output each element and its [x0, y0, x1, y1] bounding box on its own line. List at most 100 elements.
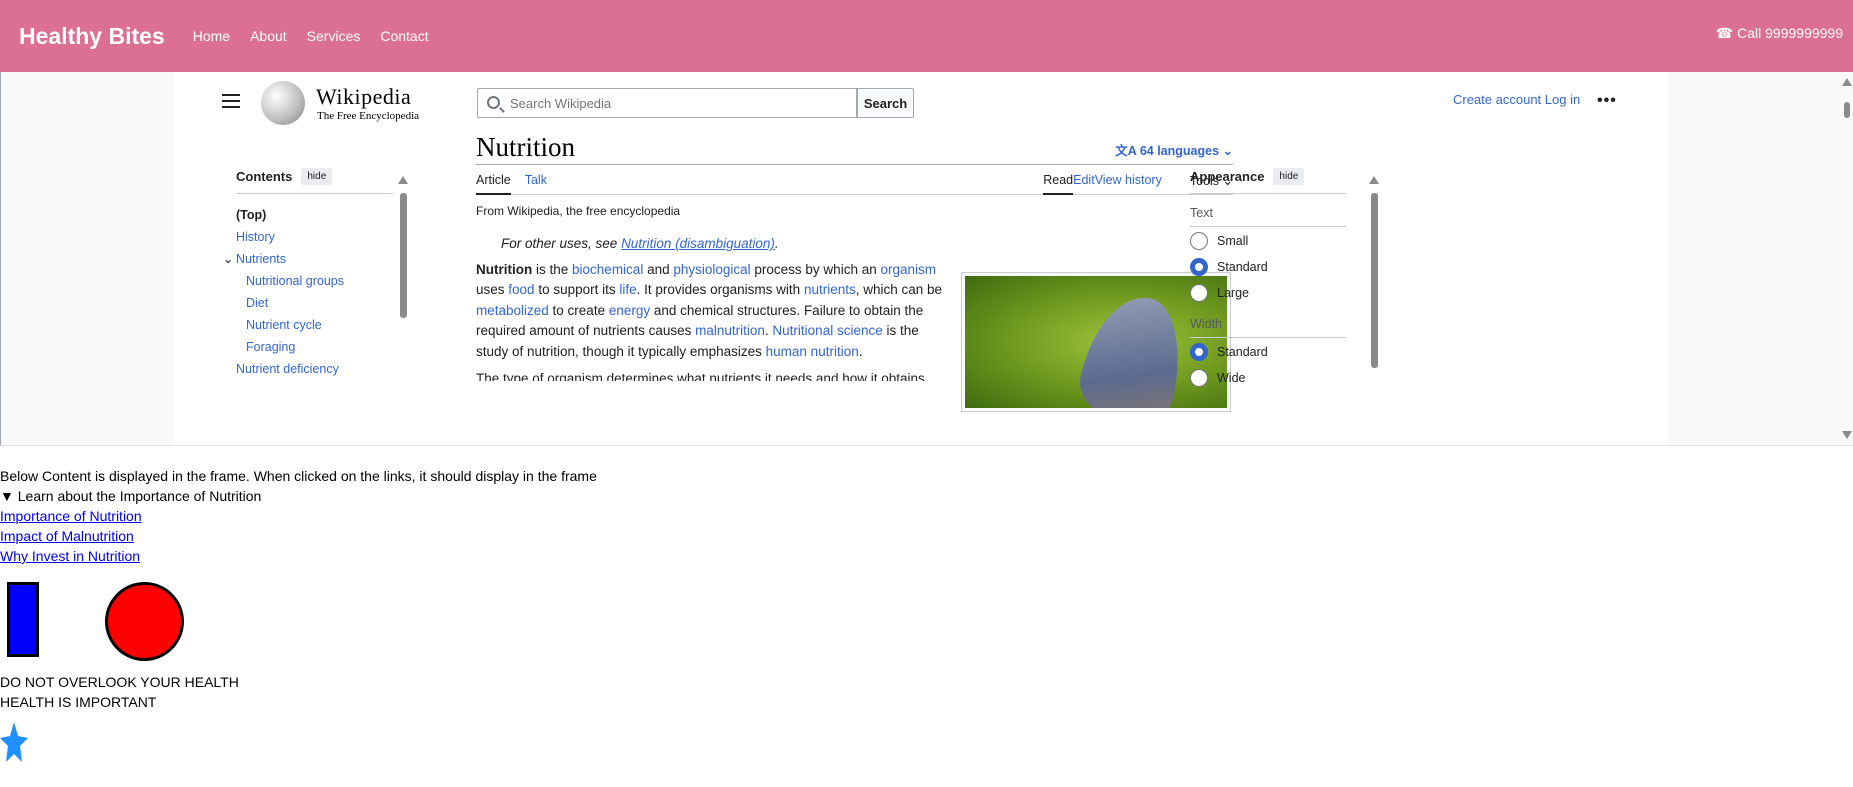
tab-edit[interactable]: Edit [1073, 173, 1095, 195]
link-importance-of-nutrition[interactable]: Importance of Nutrition [0, 506, 142, 526]
hatnote: For other uses, see Nutrition (disambigu… [501, 236, 779, 251]
disambiguation-link[interactable]: Nutrition (disambiguation) [621, 236, 775, 251]
toc-item[interactable]: Foraging [236, 336, 393, 358]
article-link[interactable]: malnutrition [695, 323, 765, 338]
radio-button[interactable] [1190, 342, 1208, 361]
wikipedia-globe-logo[interactable] [261, 81, 305, 125]
site-subtitle: From Wikipedia, the free encyclopedia [476, 204, 681, 218]
frame-scroll-thumb[interactable] [1844, 102, 1850, 118]
toc-hide-button[interactable]: hide [301, 168, 333, 185]
radio-button[interactable] [1190, 283, 1208, 302]
appearance-title: Appearance [1190, 169, 1265, 184]
radio-button[interactable] [1190, 231, 1208, 250]
nav-contact[interactable]: Contact [380, 28, 428, 44]
appearance-hide-button[interactable]: hide [1273, 168, 1305, 185]
site-brand[interactable]: Healthy Bites [19, 23, 165, 50]
article-link[interactable]: human nutrition [766, 344, 859, 359]
tab-view-history[interactable]: View history [1095, 173, 1162, 195]
radio-option[interactable]: Large [1190, 280, 1346, 305]
blue-rectangle [7, 582, 39, 657]
toc-title: Contents [236, 169, 293, 184]
table-of-contents: Contents hide (Top) History ⌄ Nutrients Nutr… [223, 168, 393, 380]
call-link[interactable]: ☎ Call 9999999999 [1716, 25, 1843, 42]
radio-option[interactable]: Wide [1190, 365, 1346, 390]
toc-item[interactable]: Diet [236, 292, 393, 314]
site-nav: Home About Services Contact [193, 28, 449, 44]
languages-label: 64 languages [1139, 144, 1220, 158]
radio-button[interactable] [1190, 368, 1208, 387]
appearance-scroll-up-icon[interactable] [1369, 176, 1379, 184]
width-label: Width [1190, 317, 1346, 338]
text-size-options: Small Standard Large [1190, 228, 1346, 305]
article-link[interactable]: Nutritional science [772, 323, 882, 338]
tab-article[interactable]: Article [476, 173, 511, 195]
account-links: Create account Log in [1453, 92, 1580, 107]
search-box [477, 88, 857, 118]
wikipedia-page: Wikipedia The Free Encyclopedia Search C… [173, 72, 1669, 445]
toc-list: (Top) History ⌄ Nutrients Nutritional groups… [223, 204, 393, 380]
toc-scroll-thumb[interactable] [400, 193, 407, 318]
search-button[interactable]: Search [857, 88, 914, 118]
toc-scrollbar[interactable] [398, 176, 408, 386]
red-circle [105, 582, 184, 661]
article-link[interactable]: organism [880, 262, 936, 277]
article: Nutrition 文A 64 languages ⌄ Article Talk… [476, 132, 1233, 412]
nav-services[interactable]: Services [307, 28, 361, 44]
create-account-link[interactable]: Create account [1453, 92, 1541, 107]
article-link[interactable]: metabolized [476, 303, 549, 318]
toc-header: Contents hide [236, 168, 393, 194]
appearance-scrollbar[interactable] [1369, 176, 1379, 386]
butterfly-image [1072, 287, 1193, 408]
article-link[interactable]: nutrients [804, 282, 856, 297]
main-menu-icon[interactable] [222, 94, 240, 108]
tab-read[interactable]: Read [1043, 173, 1074, 195]
languages-button[interactable]: 文A 64 languages ⌄ [1115, 140, 1233, 159]
nav-home[interactable]: Home [193, 28, 230, 44]
search-icon [487, 96, 500, 109]
frame-scrollbar[interactable] [1841, 72, 1853, 445]
bold-term: Nutrition [476, 262, 533, 277]
nav-about[interactable]: About [250, 28, 287, 44]
wikipedia-tagline: The Free Encyclopedia [317, 110, 420, 122]
toc-item[interactable]: (Top) [236, 204, 393, 226]
width-options: Standard Wide [1190, 339, 1346, 390]
radio-option[interactable]: Small [1190, 228, 1346, 253]
wikipedia-wordmark[interactable]: Wikipedia [316, 84, 411, 110]
appearance-panel: Appearance hide Text Small Standard Large … [1190, 168, 1346, 390]
article-link[interactable]: energy [609, 303, 650, 318]
appearance-scroll-thumb[interactable] [1371, 193, 1378, 368]
radio-button[interactable] [1190, 257, 1208, 276]
toc-item[interactable]: Nutrient cycle [236, 314, 393, 336]
text-size-label: Text [1190, 206, 1346, 227]
nutrition-details-summary[interactable]: ▼ Learn about the Importance of Nutritio… [0, 486, 261, 506]
tab-talk[interactable]: Talk [525, 173, 547, 194]
chevron-down-icon[interactable]: ⌄ [223, 248, 233, 270]
article-link[interactable]: physiological [673, 262, 750, 277]
toc-item[interactable]: Nutrient deficiency [236, 358, 393, 380]
language-icon: 文A [1115, 144, 1137, 158]
article-link[interactable]: food [508, 282, 534, 297]
star-icon [0, 722, 28, 762]
toc-item[interactable]: History [236, 226, 393, 248]
toc-scroll-up-icon[interactable] [398, 176, 408, 184]
login-link[interactable]: Log in [1545, 92, 1580, 107]
toc-item[interactable]: Nutritional groups [236, 270, 393, 292]
link-why-invest-in-nutrition[interactable]: Why Invest in Nutrition [0, 546, 140, 566]
article-link[interactable]: life [619, 282, 636, 297]
health-line-2: HEALTH IS IMPORTANT [0, 694, 157, 710]
more-options-icon[interactable]: ••• [1597, 92, 1617, 110]
article-link[interactable]: biochemical [572, 262, 643, 277]
appearance-header: Appearance hide [1190, 168, 1346, 194]
frame-note: Below Content is displayed in the frame.… [0, 468, 597, 484]
radio-option[interactable]: Standard [1190, 339, 1346, 364]
search-input[interactable] [510, 93, 840, 113]
radio-option[interactable]: Standard [1190, 254, 1346, 279]
toc-item[interactable]: ⌄ Nutrients [223, 248, 393, 270]
frame-scroll-up-icon[interactable] [1842, 78, 1852, 86]
site-header: Healthy Bites Home About Services Contac… [0, 0, 1853, 72]
page-tabs: Article Talk Read Edit View history Tool… [476, 173, 1233, 195]
link-impact-of-malnutrition[interactable]: Impact of Malnutrition [0, 526, 134, 546]
health-line-1: DO NOT OVERLOOK YOUR HEALTH [0, 674, 239, 690]
chevron-down-icon: ⌄ [1222, 144, 1233, 158]
frame-scroll-down-icon[interactable] [1842, 431, 1852, 439]
